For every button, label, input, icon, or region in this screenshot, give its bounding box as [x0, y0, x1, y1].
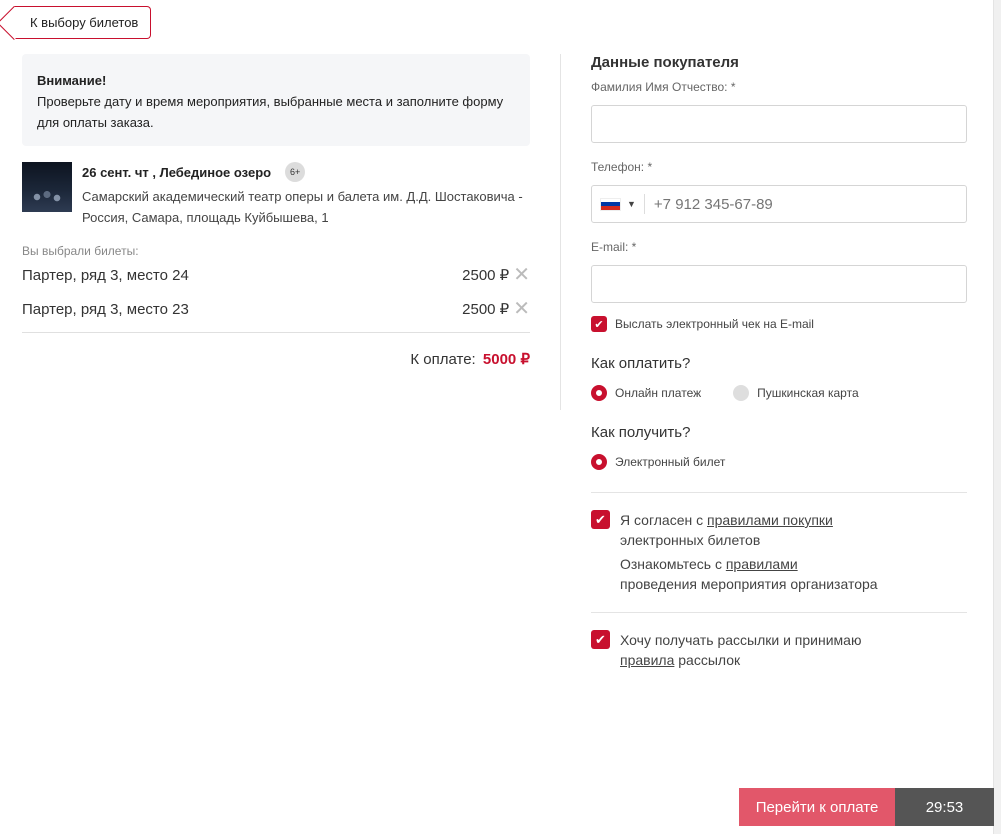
phone-separator — [643, 194, 645, 214]
payment-option-online-radio[interactable] — [591, 385, 607, 401]
notice-title: Внимание! — [37, 73, 107, 88]
receipt-option: ✔ Выслать электронный чек на E-mail — [591, 316, 967, 332]
caret-down-icon: ▼ — [627, 199, 636, 209]
close-icon[interactable]: ✕ — [513, 299, 530, 319]
ticket-seat: Партер, ряд 3, место 23 — [22, 300, 189, 318]
russia-flag-icon — [600, 197, 621, 211]
purchase-rules-checkbox[interactable]: ✔ — [591, 510, 610, 529]
back-to-tickets-button[interactable]: К выбору билетов — [14, 6, 151, 39]
close-icon[interactable]: ✕ — [513, 265, 530, 285]
notice-box: Внимание! Проверьте дату и время меропри… — [22, 54, 530, 146]
age-rating-badge: 6+ — [285, 162, 306, 182]
purchase-rules-link[interactable]: правилами покупки — [707, 512, 833, 528]
total-label: К оплате: — [410, 351, 476, 368]
newsletter-text: Хочу получать рассылки и принимаю — [620, 632, 862, 648]
payment-option-pushkin-radio[interactable] — [733, 385, 750, 401]
ticket-seat: Партер, ряд 3, место 24 — [22, 266, 189, 284]
payment-option-pushkin-label: Пушкинская карта — [757, 386, 859, 400]
organizer-rules-link[interactable]: правилами — [726, 556, 798, 572]
phone-label: Телефон: * — [591, 160, 653, 174]
organizer-prefix: Ознакомьтесь с — [620, 556, 726, 572]
rules-prefix: Я согласен с — [620, 512, 707, 528]
order-total: К оплате: 5000 ₽ — [22, 350, 530, 368]
total-value: 5000 ₽ — [482, 351, 530, 368]
ticket-price: 2500 ₽ — [462, 301, 510, 318]
name-label: Фамилия Имя Отчество: * — [591, 80, 736, 94]
newsletter-suffix: рассылок — [674, 652, 741, 668]
country-selector[interactable]: ▼ — [592, 186, 636, 222]
receipt-checkbox[interactable]: ✔ — [591, 316, 607, 332]
email-field[interactable] — [591, 265, 967, 303]
newsletter-rules-link[interactable]: правила — [620, 652, 674, 668]
email-label: E-mail: * — [591, 240, 637, 254]
purchase-rules-agreement: ✔ Я согласен с правилами покупки электро… — [591, 492, 967, 594]
phone-input[interactable] — [653, 195, 954, 213]
proceed-to-payment-button[interactable]: Перейти к оплате — [739, 788, 895, 826]
divider — [22, 332, 530, 333]
rules-suffix: электронных билетов — [620, 532, 761, 548]
payment-options: Онлайн платеж Пушкинская карта — [591, 385, 967, 401]
payment-title: Как оплатить? — [591, 355, 691, 372]
delivery-options: Электронный билет — [591, 454, 967, 470]
delivery-title: Как получить? — [591, 424, 691, 441]
column-divider — [560, 54, 561, 410]
ticket-price: 2500 ₽ — [462, 267, 510, 284]
ticket-row: Партер, ряд 3, место 24 2500 ₽ ✕ — [22, 258, 530, 292]
chosen-tickets-label: Вы выбрали билеты: — [22, 244, 139, 258]
delivery-option-eticket-label: Электронный билет — [615, 455, 726, 469]
notice-text: Проверьте дату и время мероприятия, выбр… — [37, 94, 504, 130]
page-scrollbar[interactable] — [993, 0, 1001, 834]
event-title: 26 сент. чт , Лебединое озеро — [82, 164, 272, 180]
payment-option-online-label: Онлайн платеж — [615, 386, 702, 400]
organizer-suffix: проведения мероприятия организатора — [620, 576, 878, 592]
back-button-label: К выбору билетов — [30, 15, 139, 30]
receipt-label: Выслать электронный чек на E-mail — [615, 317, 814, 331]
newsletter-agreement: ✔ Хочу получать рассылки и принимаю прав… — [591, 612, 967, 670]
order-summary: Внимание! Проверьте дату и время меропри… — [22, 54, 530, 368]
newsletter-checkbox[interactable]: ✔ — [591, 630, 610, 649]
event-venue: Самарский академический театр оперы и ба… — [82, 189, 523, 225]
ticket-row: Партер, ряд 3, место 23 2500 ₽ ✕ — [22, 292, 530, 326]
buyer-form: Данные покупателя Фамилия Имя Отчество: … — [591, 54, 967, 670]
delivery-option-eticket-radio[interactable] — [591, 454, 607, 470]
event-thumbnail — [22, 162, 72, 212]
event-card: 26 сент. чт , Лебединое озеро 6+ Самарск… — [22, 162, 530, 228]
countdown-timer: 29:53 — [895, 788, 994, 826]
phone-field: ▼ — [591, 185, 967, 223]
full-name-field[interactable] — [591, 105, 967, 143]
buyer-section-title: Данные покупателя — [591, 54, 739, 71]
